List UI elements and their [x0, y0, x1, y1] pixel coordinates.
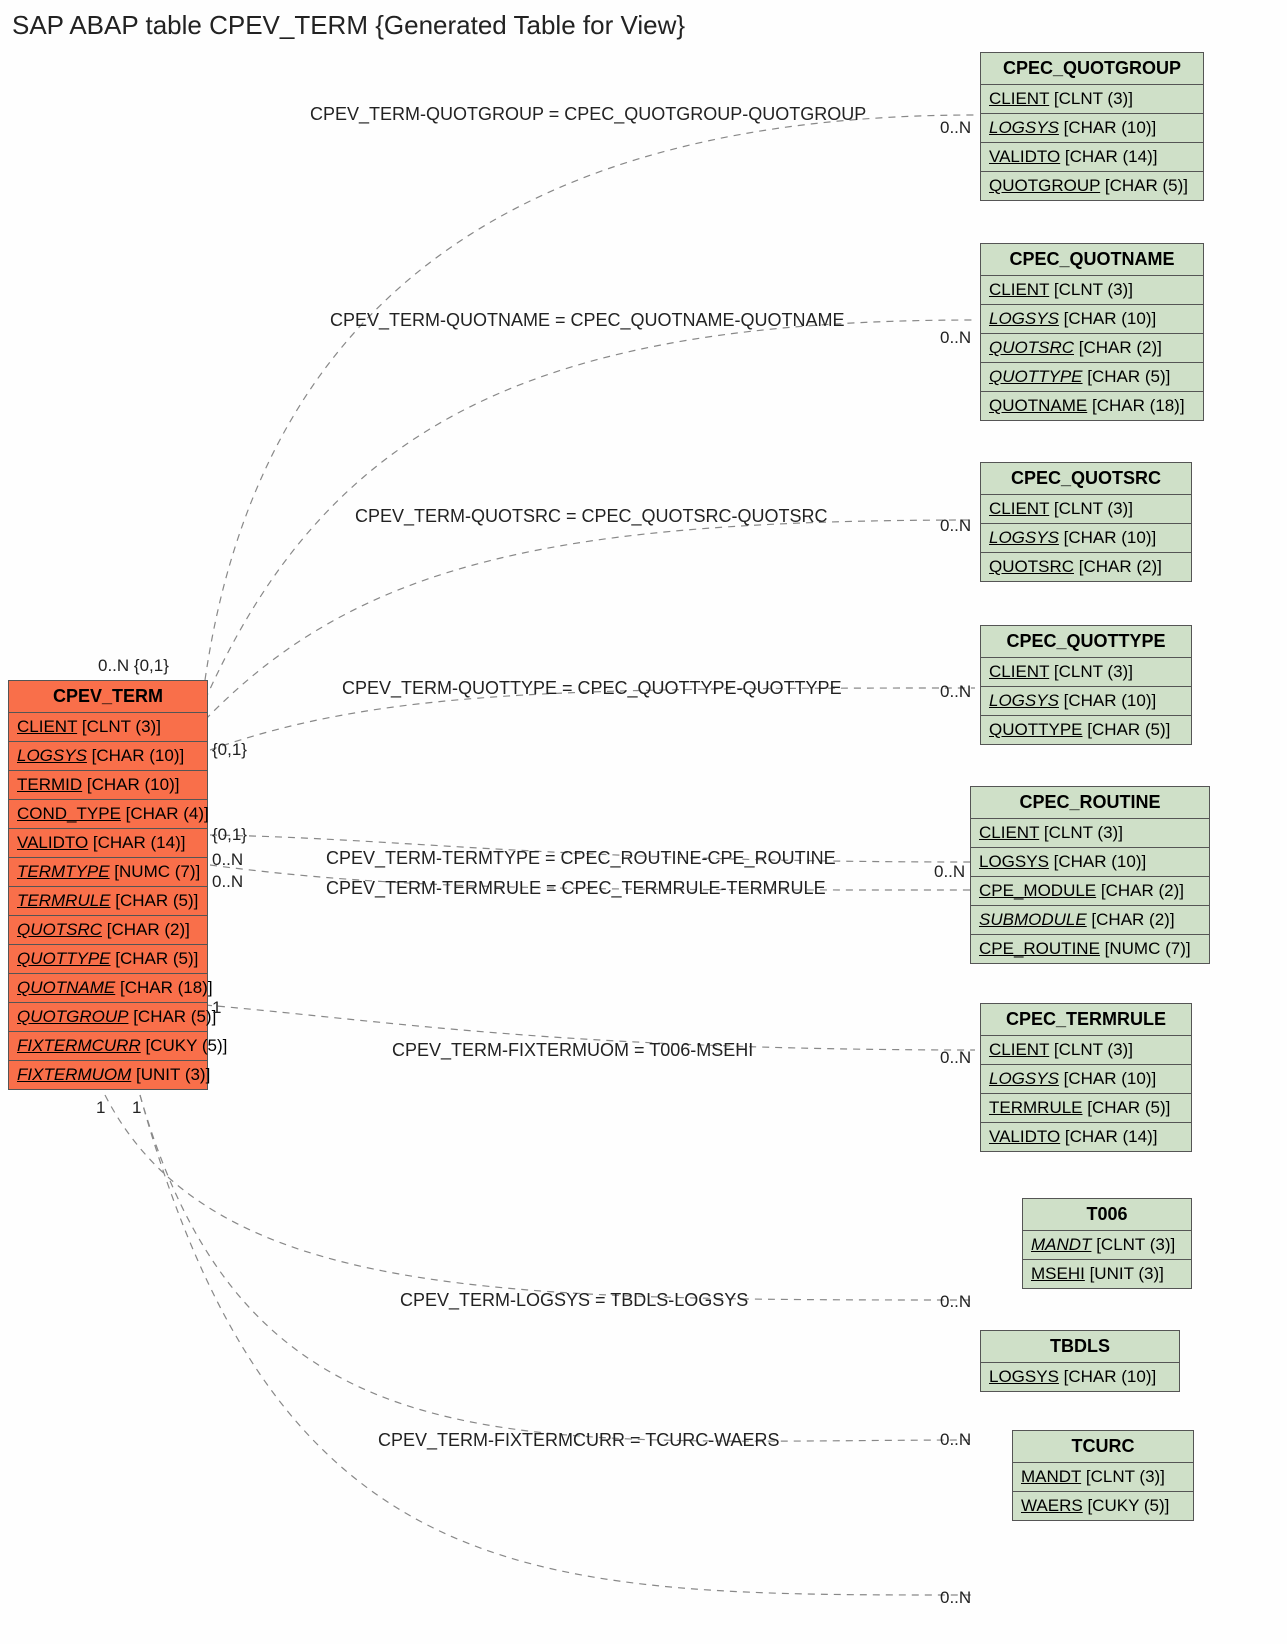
field-row: COND_TYPE [CHAR (4)]	[9, 800, 207, 829]
entity-cpec-termrule: CPEC_TERMRULE CLIENT [CLNT (3)] LOGSYS […	[980, 1003, 1192, 1152]
cardinality-label: 0..N	[940, 1588, 971, 1608]
relation-label: CPEV_TERM-QUOTSRC = CPEC_QUOTSRC-QUOTSRC	[355, 506, 828, 527]
field-row: QUOTGROUP [CHAR (5)]	[9, 1003, 207, 1032]
relation-label: CPEV_TERM-FIXTERMUOM = T006-MSEHI	[392, 1040, 753, 1061]
field-row: FIXTERMUOM [UNIT (3)]	[9, 1061, 207, 1089]
field-row: LOGSYS [CHAR (10)]	[9, 742, 207, 771]
cardinality-label: 0..N	[940, 1430, 971, 1450]
diagram-title: SAP ABAP table CPEV_TERM {Generated Tabl…	[12, 10, 685, 41]
entity-header: CPEC_QUOTSRC	[981, 463, 1191, 495]
field-row: TERMRULE [CHAR (5)]	[9, 887, 207, 916]
entity-header: CPEV_TERM	[9, 681, 207, 713]
field-row: QUOTTYPE [CHAR (5)]	[9, 945, 207, 974]
cardinality-label: 1	[96, 1098, 105, 1118]
field-row: CLIENT [CLNT (3)]	[9, 713, 207, 742]
entity-cpec-quotname: CPEC_QUOTNAME CLIENT [CLNT (3)] LOGSYS […	[980, 243, 1204, 421]
cardinality-label: 0..N	[940, 1048, 971, 1068]
entity-header: CPEC_QUOTTYPE	[981, 626, 1191, 658]
cardinality-label: {0,1}	[212, 740, 247, 760]
entity-tbdls: TBDLS LOGSYS [CHAR (10)]	[980, 1330, 1180, 1392]
relation-label: CPEV_TERM-QUOTGROUP = CPEC_QUOTGROUP-QUO…	[310, 104, 866, 125]
cardinality-label: 1	[132, 1098, 141, 1118]
entity-cpec-quotgroup: CPEC_QUOTGROUP CLIENT [CLNT (3)] LOGSYS …	[980, 52, 1204, 201]
field-row: TERMTYPE [NUMC (7)]	[9, 858, 207, 887]
field-row: TERMID [CHAR (10)]	[9, 771, 207, 800]
relation-label: CPEV_TERM-TERMTYPE = CPEC_ROUTINE-CPE_RO…	[326, 848, 836, 869]
field-row: QUOTSRC [CHAR (2)]	[9, 916, 207, 945]
field-row: VALIDTO [CHAR (14)]	[9, 829, 207, 858]
entity-header: CPEC_QUOTNAME	[981, 244, 1203, 276]
cardinality-label: 0..N	[212, 850, 243, 870]
cardinality-label: 1	[212, 998, 221, 1018]
relation-label: CPEV_TERM-FIXTERMCURR = TCURC-WAERS	[378, 1430, 780, 1451]
cardinality-label: 0..N	[940, 516, 971, 536]
entity-header: CPEC_QUOTGROUP	[981, 53, 1203, 85]
entity-cpec-routine: CPEC_ROUTINE CLIENT [CLNT (3)] LOGSYS [C…	[970, 786, 1210, 964]
relation-label: CPEV_TERM-QUOTTYPE = CPEC_QUOTTYPE-QUOTT…	[342, 678, 842, 699]
field-row: FIXTERMCURR [CUKY (5)]	[9, 1032, 207, 1061]
cardinality-label: 0..N	[212, 872, 243, 892]
entity-tcurc: TCURC MANDT [CLNT (3)] WAERS [CUKY (5)]	[1012, 1430, 1194, 1521]
relation-label: CPEV_TERM-QUOTNAME = CPEC_QUOTNAME-QUOTN…	[330, 310, 845, 331]
entity-cpec-quotsrc: CPEC_QUOTSRC CLIENT [CLNT (3)] LOGSYS [C…	[980, 462, 1192, 582]
cardinality-label: 0..N {0,1}	[98, 656, 169, 676]
cardinality-label: {0,1}	[212, 825, 247, 845]
relation-label: CPEV_TERM-LOGSYS = TBDLS-LOGSYS	[400, 1290, 748, 1311]
entity-header: T006	[1023, 1199, 1191, 1231]
entity-t006: T006 MANDT [CLNT (3)] MSEHI [UNIT (3)]	[1022, 1198, 1192, 1289]
entity-cpec-quottype: CPEC_QUOTTYPE CLIENT [CLNT (3)] LOGSYS […	[980, 625, 1192, 745]
entity-header: CPEC_TERMRULE	[981, 1004, 1191, 1036]
er-diagram-canvas: SAP ABAP table CPEV_TERM {Generated Tabl…	[0, 0, 1287, 1644]
cardinality-label: 0..N	[940, 118, 971, 138]
cardinality-label: 0..N	[940, 328, 971, 348]
entity-header: TBDLS	[981, 1331, 1179, 1363]
entity-header: CPEC_ROUTINE	[971, 787, 1209, 819]
field-row: QUOTNAME [CHAR (18)]	[9, 974, 207, 1003]
entity-header: TCURC	[1013, 1431, 1193, 1463]
cardinality-label: 0..N	[940, 682, 971, 702]
relation-label: CPEV_TERM-TERMRULE = CPEC_TERMRULE-TERMR…	[326, 878, 826, 899]
cardinality-label: 0..N	[934, 862, 965, 882]
cardinality-label: 0..N	[940, 1292, 971, 1312]
entity-cpev-term: CPEV_TERM CLIENT [CLNT (3)] LOGSYS [CHAR…	[8, 680, 208, 1090]
